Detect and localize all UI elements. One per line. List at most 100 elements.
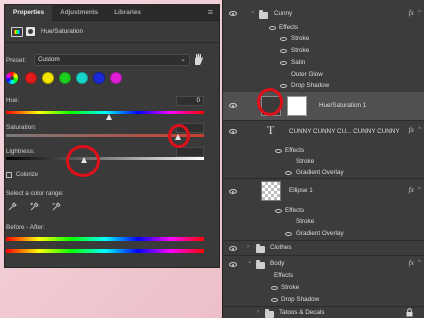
group-tatoos-name[interactable]: Tatoos & Decals <box>279 309 325 316</box>
layer-mask-icon[interactable] <box>26 27 35 36</box>
effects-label: Effects <box>285 207 305 214</box>
shape-thumbnail <box>261 181 281 201</box>
visibility-eye-icon[interactable] <box>229 103 237 108</box>
gradient-overlay-eye-icon[interactable] <box>285 232 292 236</box>
colorize-label: Colorize <box>16 172 39 178</box>
panel-tabs: Properties Adjustments Libraries ≡ <box>5 4 219 21</box>
chevron-down-icon: ⌄ <box>180 56 186 63</box>
visibility-eye-icon[interactable] <box>229 129 237 134</box>
ellipse-layer-name[interactable]: Ellipse 1 <box>289 187 313 194</box>
text-layer-name[interactable]: CUNNY CUNNY CU... CUNNY CUNNY <box>289 128 400 135</box>
drop-shadow-eye-icon[interactable] <box>271 298 278 302</box>
hue-value-input[interactable]: 0 <box>176 96 204 106</box>
targeted-adjustment-hand-icon[interactable] <box>192 52 204 66</box>
visibility-eye-icon[interactable] <box>229 262 237 267</box>
expand-chevron-icon[interactable]: › <box>257 308 259 315</box>
select-color-range-label: Select a color range: <box>6 190 64 197</box>
colorize-checkbox[interactable] <box>6 172 12 178</box>
stroke-eye-icon[interactable] <box>280 49 287 53</box>
eyedropper-plus-icon[interactable] <box>30 202 39 211</box>
fx-icon[interactable]: fx <box>409 185 414 194</box>
preset-value: Custom <box>38 56 60 63</box>
divider <box>223 240 424 241</box>
tab-properties[interactable]: Properties <box>5 4 53 21</box>
saturation-label: Saturation: <box>6 124 37 131</box>
fx-icon[interactable]: fx <box>409 258 414 267</box>
master-color-icon[interactable] <box>6 72 18 84</box>
lightness-value-input[interactable] <box>176 147 204 157</box>
folder-icon <box>259 10 268 19</box>
gradient-overlay-effect-label: Gradient Overlay <box>296 169 344 176</box>
caret-icon[interactable]: ^ <box>418 10 421 16</box>
satin-eye-icon[interactable] <box>280 61 287 65</box>
group-body-name[interactable]: Body <box>270 260 284 267</box>
hue-saturation-layer-name[interactable]: Hue/Saturation 1 <box>319 102 366 109</box>
group-clothes-name[interactable]: Clothes <box>270 244 291 251</box>
expand-chevron-icon[interactable]: › <box>247 243 249 250</box>
adjustment-title: Hue/Saturation <box>41 28 84 35</box>
folder-icon <box>256 260 265 269</box>
fx-icon[interactable]: fx <box>409 125 414 134</box>
layer-mask-thumbnail[interactable] <box>287 96 307 116</box>
swatch-cyan[interactable] <box>76 72 88 84</box>
swatch-blue[interactable] <box>93 72 105 84</box>
hue-slider-thumb[interactable] <box>106 114 112 120</box>
hue-saturation-icon <box>11 26 23 37</box>
preset-label: Preset: <box>6 56 26 64</box>
color-range-swatches <box>6 72 127 84</box>
expand-chevron-icon[interactable]: ⌄ <box>247 258 252 265</box>
effects-label: Effects <box>279 24 299 31</box>
tab-libraries[interactable]: Libraries <box>106 5 149 21</box>
caret-icon[interactable]: ^ <box>418 187 421 193</box>
gradient-overlay-effect-label: Gradient Overlay <box>296 230 344 237</box>
colorize-row: Colorize <box>6 172 38 178</box>
hue-label: Hue: <box>6 97 20 104</box>
preset-row: Preset: Custom ⌄ <box>6 54 190 66</box>
swatch-green[interactable] <box>59 72 71 84</box>
caret-icon[interactable]: ^ <box>418 127 421 133</box>
annotation-circle-saturation <box>168 124 190 148</box>
fx-icon[interactable]: fx <box>409 8 414 17</box>
visibility-eye-icon[interactable] <box>229 246 237 251</box>
drop-shadow-eye-icon[interactable] <box>280 84 287 88</box>
lock-icon[interactable] <box>406 308 413 317</box>
annotation-circle-layer <box>257 88 283 116</box>
stroke-eye-icon[interactable] <box>271 286 278 290</box>
effects-eye-icon[interactable] <box>275 209 282 213</box>
gradient-overlay-eye-icon[interactable] <box>285 171 292 175</box>
stroke-effect-label: Stroke <box>281 284 300 291</box>
before-spectrum-bar <box>6 237 204 241</box>
satin-effect-label: Satin <box>291 59 306 66</box>
hue-slider-track[interactable] <box>6 111 204 114</box>
tab-adjustments[interactable]: Adjustments <box>52 5 106 21</box>
divider <box>223 178 424 179</box>
effects-eye-icon[interactable] <box>269 26 276 30</box>
visibility-eye-icon[interactable] <box>229 11 237 16</box>
swatch-red[interactable] <box>25 72 37 84</box>
eyedropper-tools <box>8 202 74 211</box>
group-cunny-name[interactable]: Cunny <box>274 10 292 17</box>
effects-eye-icon[interactable] <box>275 149 282 153</box>
lightness-slider-track[interactable] <box>6 157 204 160</box>
lightness-label: Lightness: <box>6 148 35 155</box>
divider <box>223 255 424 256</box>
preset-select[interactable]: Custom ⌄ <box>34 54 190 66</box>
layers-panel: ⌄ Cunny fx ^ Effects Stroke Stroke Satin… <box>222 0 424 318</box>
eyedropper-minus-icon[interactable] <box>52 202 61 211</box>
stroke-effect-label: Stroke <box>296 218 315 225</box>
folder-icon <box>265 309 274 318</box>
stroke-eye-icon[interactable] <box>280 37 287 41</box>
caret-icon[interactable]: ^ <box>418 260 421 266</box>
visibility-eye-icon[interactable] <box>229 189 237 194</box>
stroke-effect-label: Stroke <box>296 158 315 165</box>
panel-menu-icon[interactable]: ≡ <box>208 8 213 17</box>
before-after-label: Before - After: <box>6 224 45 231</box>
swatch-yellow[interactable] <box>42 72 54 84</box>
divider <box>223 120 424 121</box>
after-spectrum-bar <box>6 249 204 253</box>
outer-glow-effect-label: Outer Glow <box>291 71 323 78</box>
eyedropper-icon[interactable] <box>8 202 17 211</box>
expand-chevron-icon[interactable]: ⌄ <box>250 8 255 15</box>
swatch-magenta[interactable] <box>110 72 122 84</box>
adjustment-header: Hue/Saturation <box>5 21 219 43</box>
